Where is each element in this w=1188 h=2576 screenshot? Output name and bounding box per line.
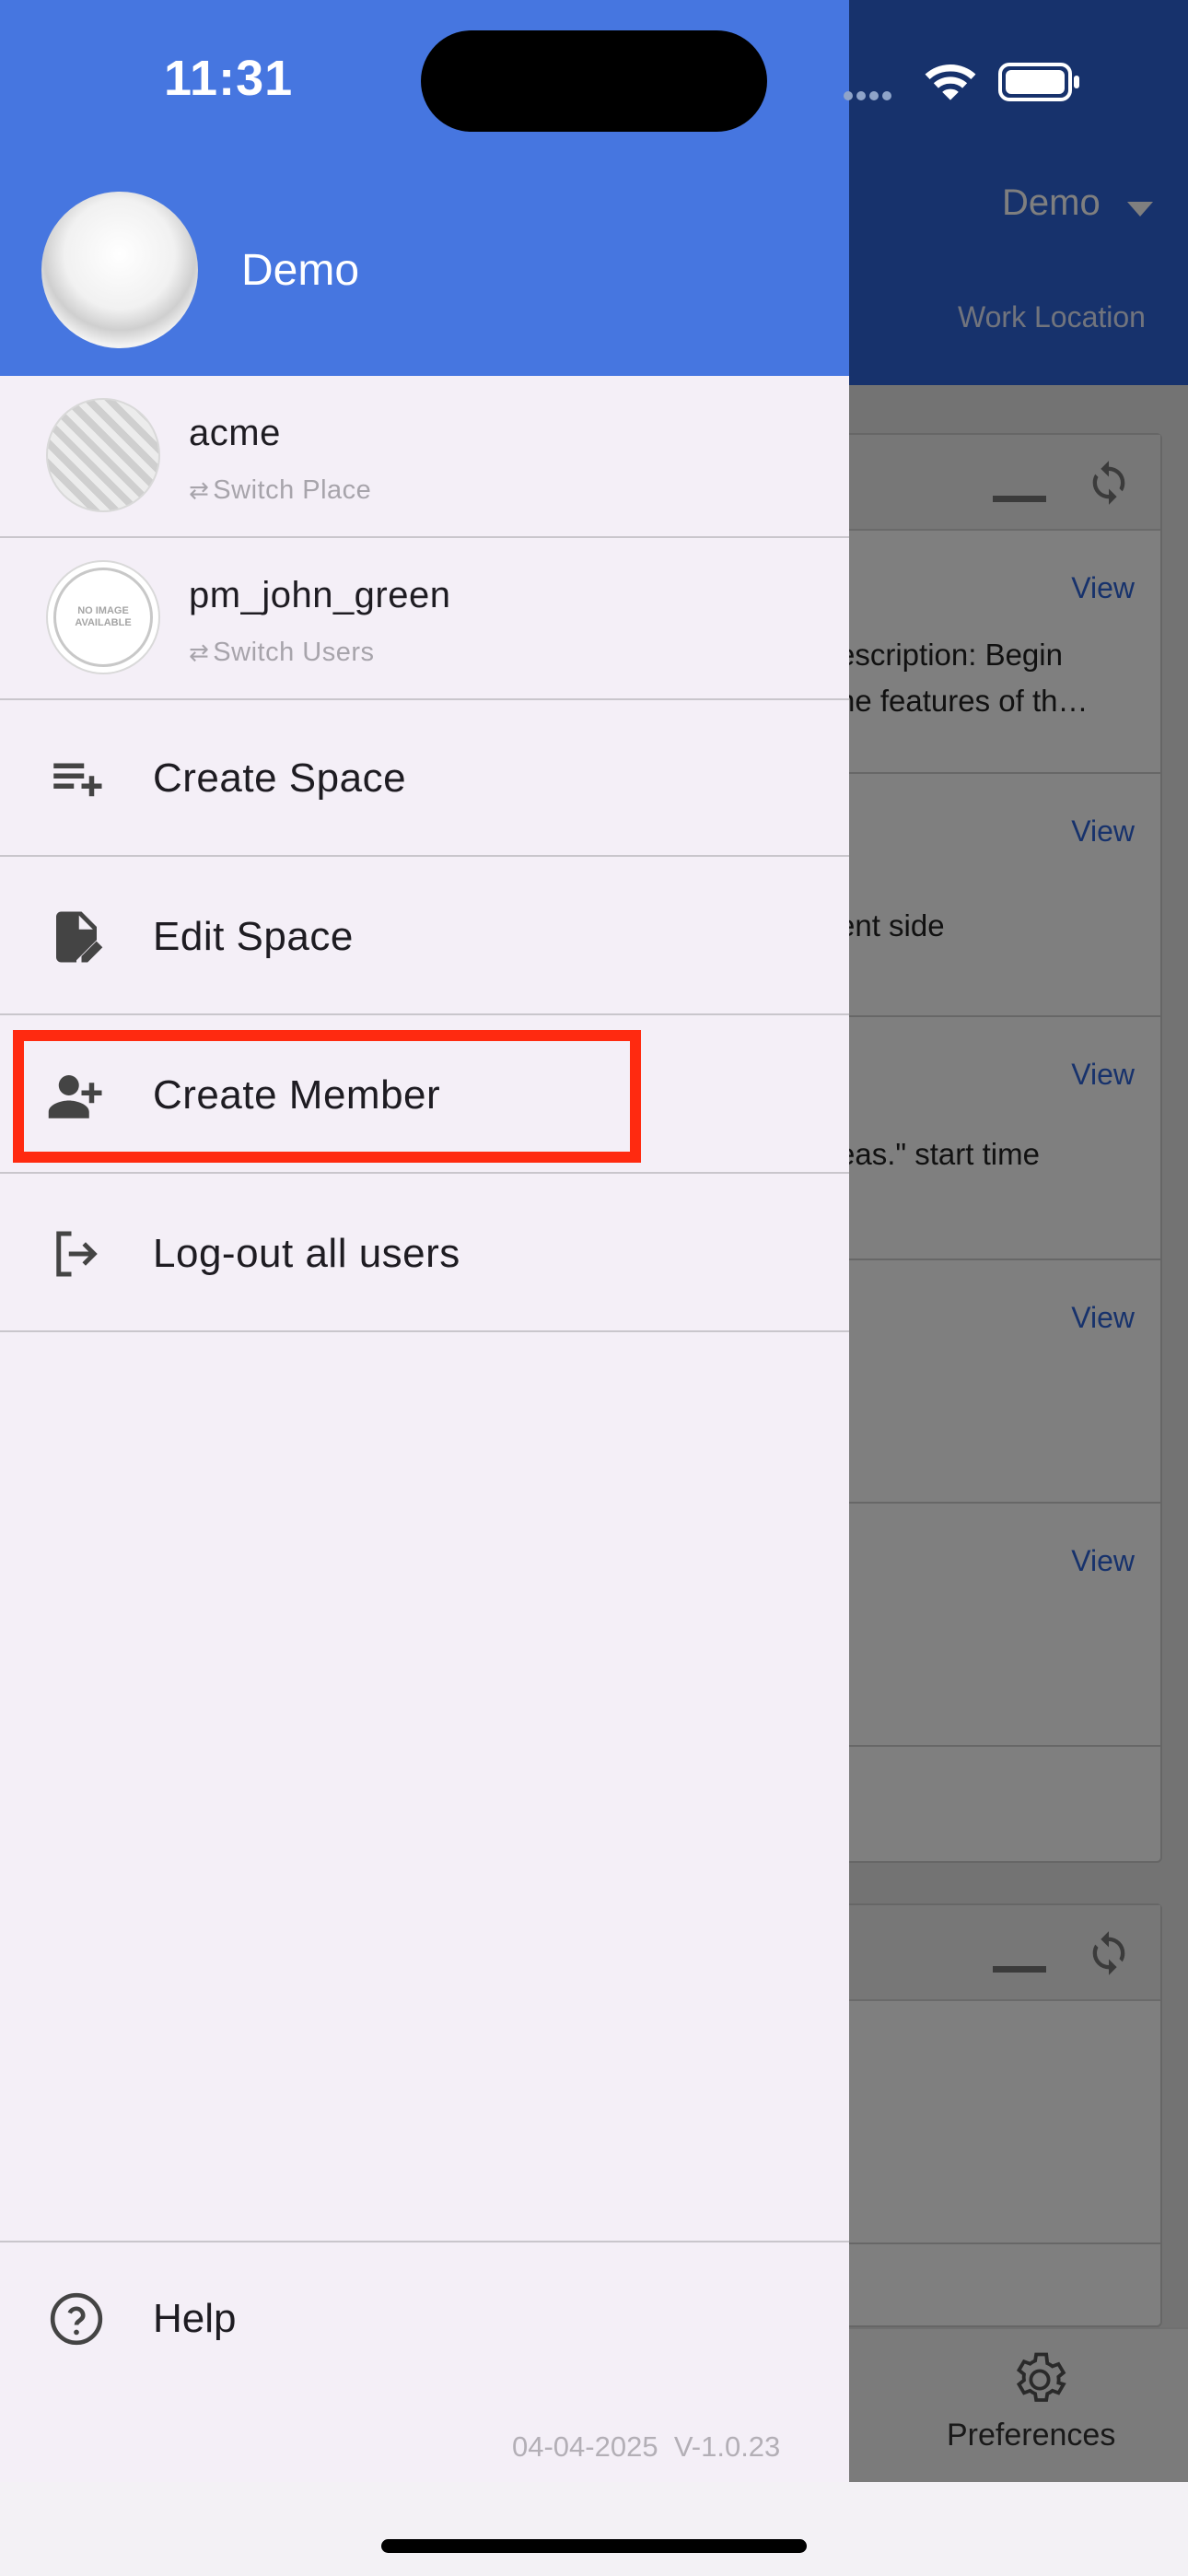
divider [0,2241,849,2242]
menu-create-space[interactable]: Create Space [0,700,849,857]
wifi-icon [925,64,976,100]
dynamic-island [421,30,767,132]
version-info: 04-04-2025 V-1.0.23 [512,2430,781,2463]
logout-icon [56,1231,98,1277]
account-switch-place[interactable]: acme ⇄ Switch Place [0,376,849,538]
swap-icon: ⇄ [189,638,210,666]
account-avatar: NO IMAGE AVAILABLE [46,560,160,674]
swap-icon: ⇄ [189,476,210,504]
account-title: acme [189,413,281,453]
playlist-add-icon [53,763,102,797]
status-time: 11:31 [164,51,294,106]
account-title: pm_john_green [189,575,451,615]
help-icon[interactable] [48,2290,105,2348]
menu-help[interactable]: Help [153,2296,237,2342]
bottom-safe-area [0,2482,1188,2576]
switch-users-link[interactable]: ⇄ Switch Users [189,638,375,668]
battery-icon [998,63,1079,101]
menu-label: Edit Space [153,914,354,959]
profile-avatar[interactable] [41,192,198,348]
menu-label: Log-out all users [153,1231,460,1276]
menu-label: Create Space [153,755,407,801]
profile-name: Demo [241,246,360,295]
account-avatar [46,398,160,512]
account-switch-user[interactable]: NO IMAGE AVAILABLE pm_john_green ⇄ Switch… [0,538,849,700]
highlight-box [13,1030,641,1163]
edit-document-icon [56,911,103,963]
cellular-signal-icon [844,88,895,105]
menu-logout-all[interactable]: Log-out all users [0,1176,849,1332]
home-indicator[interactable] [381,2539,807,2553]
navigation-drawer: Demo acme ⇄ Switch Place NO IMAGE AVAILAB… [0,0,849,2482]
no-image-placeholder: NO IMAGE AVAILABLE [53,568,153,667]
menu-edit-space[interactable]: Edit Space [0,859,849,1015]
switch-place-link[interactable]: ⇄ Switch Place [189,475,371,506]
